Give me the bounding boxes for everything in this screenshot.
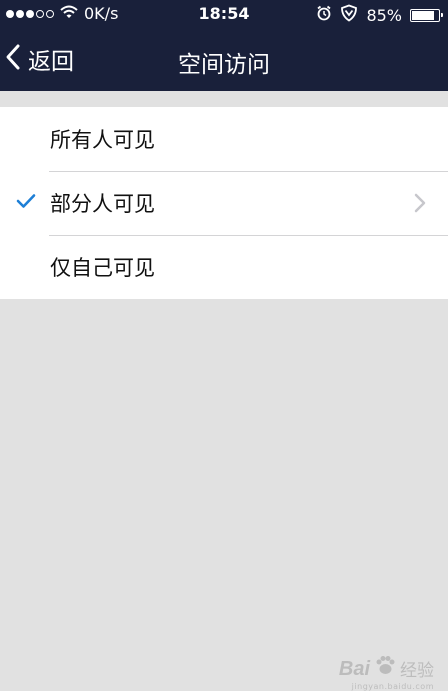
visibility-options-list: 所有人可见 部分人可见 仅自己可见 [0,107,448,299]
watermark-text: 经验 [400,661,434,681]
watermark-brand: Bai [338,658,370,680]
baidu-jingyan-watermark: Bai 经验 jingyan.baidu.com [338,655,434,691]
option-label: 仅自己可见 [50,256,155,280]
status-right: 85% [316,4,443,26]
option-only-me[interactable]: 仅自己可见 [0,235,448,299]
page-title: 空间访问 [178,52,270,78]
option-everyone[interactable]: 所有人可见 [0,107,448,171]
battery-fill [412,10,434,20]
option-label: 所有人可见 [50,128,155,152]
battery-icon [410,8,443,22]
alarm-clock-icon [316,5,332,25]
status-bar: 0K/s 18:54 85% [0,0,448,28]
checkmark-icon [16,193,36,213]
chevron-right-icon [414,193,426,217]
shield-icon [340,4,358,26]
option-some-people[interactable]: 部分人可见 [0,171,448,235]
option-label: 部分人可见 [50,192,155,216]
navigation-bar: 返回 空间访问 [0,28,448,91]
paw-icon [374,655,396,681]
battery-percent: 85% [366,5,402,25]
watermark-url: jingyan.baidu.com [351,682,434,691]
top-bar: 0K/s 18:54 85% 返回 空间访问 [0,0,448,91]
